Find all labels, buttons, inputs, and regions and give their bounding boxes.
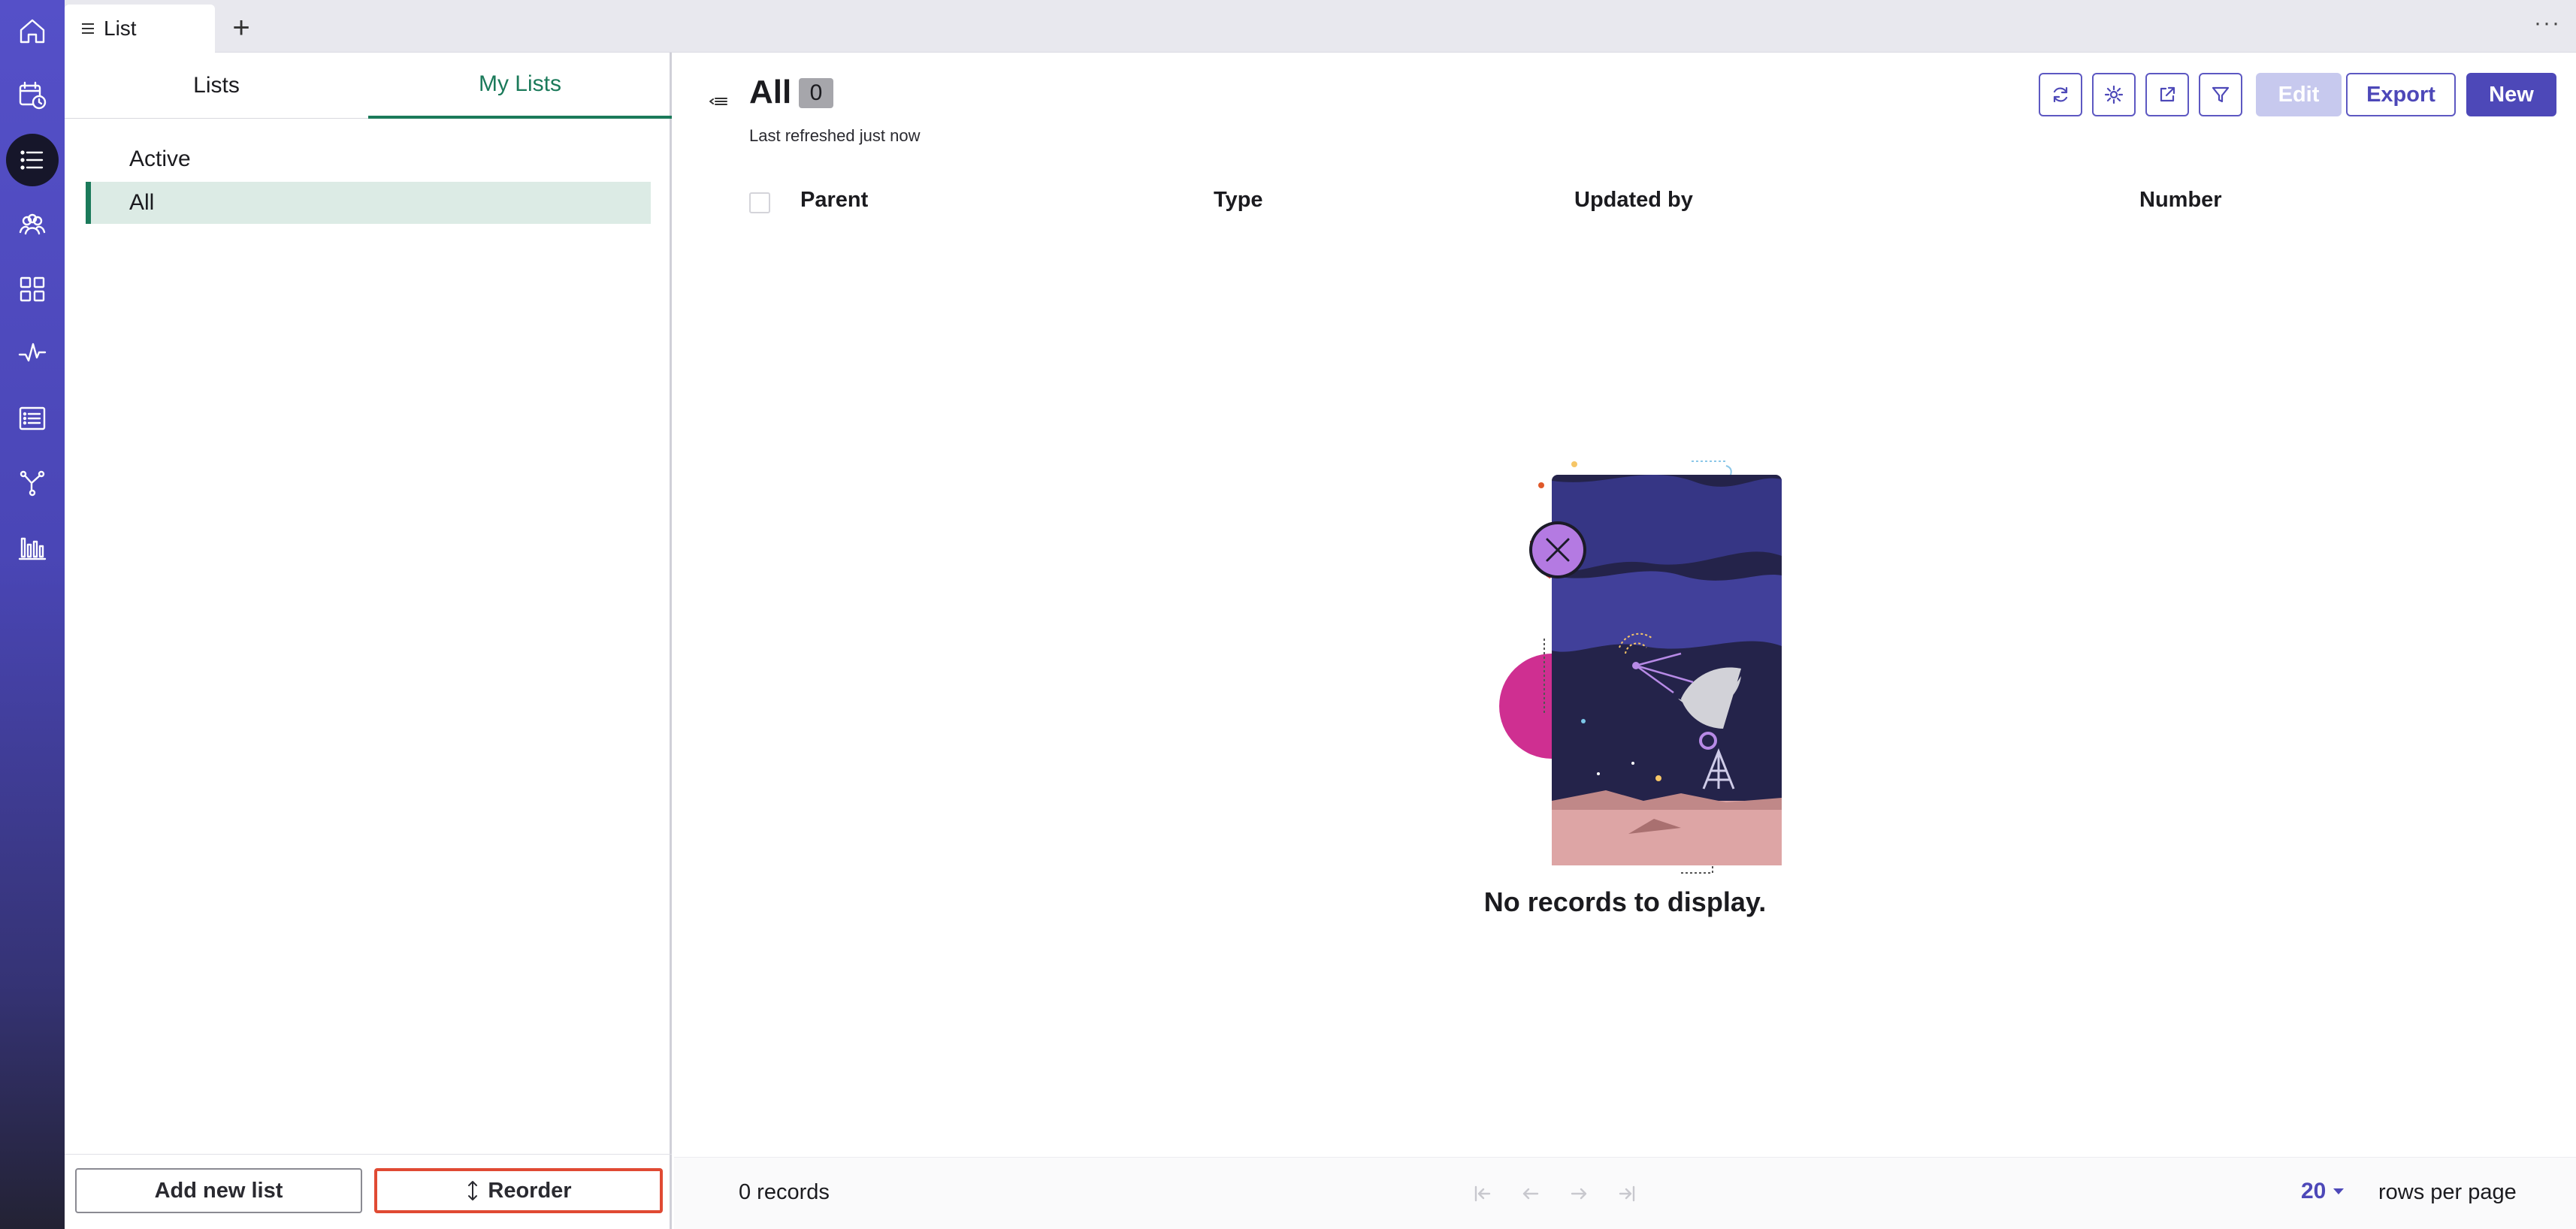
add-new-list-button[interactable]: Add new list: [75, 1168, 362, 1213]
bar-chart-icon[interactable]: [6, 521, 59, 574]
list-item-active[interactable]: Active: [86, 138, 651, 180]
tab-list-label: List: [104, 17, 137, 40]
home-icon[interactable]: [6, 5, 59, 57]
previous-page-icon: [1522, 1188, 1539, 1200]
collapse-panel-icon[interactable]: [707, 90, 730, 113]
tab-lists[interactable]: Lists: [65, 53, 368, 119]
empty-state-message: No records to display.: [1483, 886, 1767, 917]
settings-button[interactable]: [2092, 73, 2136, 116]
reorder-label: Reorder: [488, 1178, 572, 1203]
page-title: All: [749, 74, 792, 110]
refresh-button[interactable]: [2039, 73, 2082, 116]
record-count-badge: 0: [799, 78, 833, 108]
people-icon[interactable]: [6, 198, 59, 251]
reorder-button[interactable]: Reorder: [374, 1168, 663, 1213]
first-page-icon: [1474, 1185, 1491, 1202]
list-item-all[interactable]: All: [86, 182, 651, 224]
edit-button[interactable]: Edit: [2256, 73, 2342, 116]
filter-icon: [2212, 86, 2230, 103]
pagination-bar: 0 records 20 rows per page: [674, 1157, 2576, 1229]
grid-icon[interactable]: [6, 263, 59, 316]
export-button[interactable]: Export: [2346, 73, 2456, 116]
up-down-arrow-icon: [468, 1181, 478, 1200]
previous-page-button[interactable]: [1514, 1177, 1547, 1210]
calendar-clock-icon[interactable]: [6, 69, 59, 122]
lists-panel: Lists My Lists Active All Add new list R…: [65, 53, 672, 1229]
app-rail: [0, 0, 65, 1229]
lists-panel-footer: Add new list Reorder: [65, 1154, 672, 1229]
share-icon: [2160, 86, 2175, 102]
column-header-updated-by[interactable]: Updated by: [1574, 188, 1693, 213]
next-page-button[interactable]: [1562, 1177, 1595, 1210]
main-content: All 0 Last refreshed just now Edit Expor…: [674, 53, 2576, 1229]
lists-panel-tabs: Lists My Lists: [65, 53, 672, 119]
record-count-text: 0 records: [739, 1180, 830, 1204]
activity-icon[interactable]: [6, 328, 59, 380]
next-page-icon: [1571, 1188, 1587, 1200]
rows-per-page-select[interactable]: 20: [2301, 1179, 2345, 1204]
column-header-parent[interactable]: Parent: [800, 188, 868, 213]
empty-state-illustration: [1499, 460, 1782, 874]
add-tab-button[interactable]: +: [222, 9, 260, 47]
tab-bar: List + ···: [65, 0, 2576, 53]
last-page-icon: [1619, 1185, 1635, 1202]
first-page-button[interactable]: [1466, 1177, 1499, 1210]
rows-per-page-label: rows per page: [2378, 1180, 2517, 1204]
refresh-icon: [2053, 86, 2068, 103]
report-icon[interactable]: [6, 392, 59, 445]
tab-list[interactable]: List: [65, 5, 215, 53]
last-page-button[interactable]: [1610, 1177, 1643, 1210]
branch-icon[interactable]: [6, 457, 59, 509]
column-header-number[interactable]: Number: [2139, 188, 2222, 213]
list-lines-icon: [82, 23, 94, 34]
table-header: Parent Type Updated by Number: [674, 173, 2576, 233]
new-button[interactable]: New: [2466, 73, 2556, 116]
gear-icon: [2104, 85, 2124, 104]
add-new-list-label: Add new list: [154, 1178, 283, 1203]
last-refreshed-text: Last refreshed just now: [749, 126, 921, 145]
list-icon[interactable]: [6, 134, 59, 186]
column-header-type[interactable]: Type: [1214, 188, 1263, 213]
rows-per-page-value: 20: [2301, 1179, 2327, 1203]
chevron-down-icon: [2333, 1188, 2345, 1194]
filter-button[interactable]: [2199, 73, 2242, 116]
share-button[interactable]: [2145, 73, 2189, 116]
select-all-checkbox[interactable]: [749, 192, 770, 213]
more-options-icon[interactable]: ···: [2534, 11, 2561, 36]
tab-my-lists[interactable]: My Lists: [368, 53, 672, 119]
